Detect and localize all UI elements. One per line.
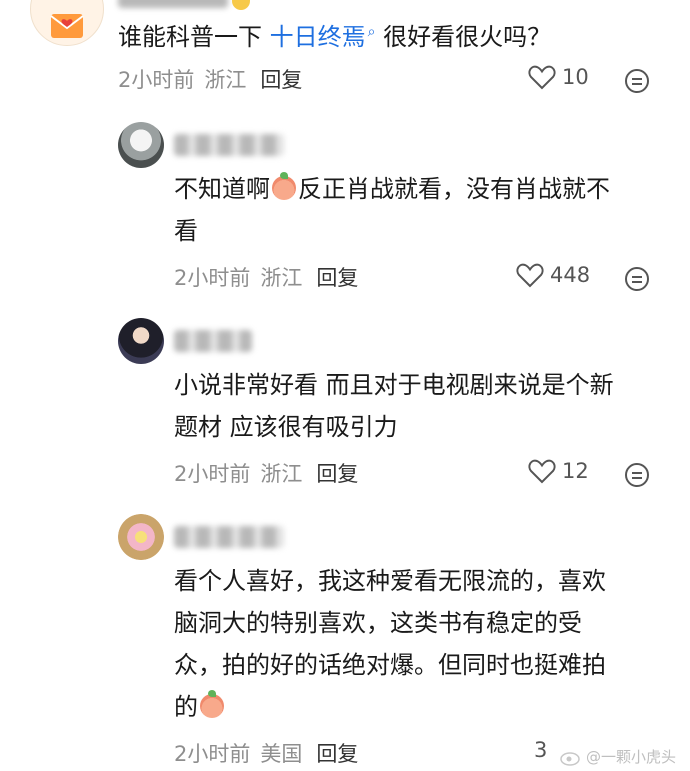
- emoji-peach-icon: [272, 172, 296, 200]
- more-dots-icon[interactable]: [624, 462, 650, 488]
- reply-button[interactable]: 回复: [316, 462, 358, 486]
- username-blurred[interactable]: [118, 0, 228, 8]
- like-count: 10: [562, 65, 589, 89]
- more-dots-icon[interactable]: [624, 68, 650, 94]
- avatar[interactable]: [118, 318, 164, 364]
- reply-button[interactable]: 回复: [260, 68, 302, 92]
- avatar[interactable]: [30, 0, 104, 46]
- watermark: @一颗小虎头: [560, 746, 676, 767]
- reply-button[interactable]: 回复: [316, 266, 358, 290]
- reply-text: 不知道啊 反正肖战就看，没有肖战就不看: [174, 172, 610, 245]
- topic-link[interactable]: 十日终焉 ⌕: [270, 23, 376, 51]
- username-blurred[interactable]: [174, 526, 284, 548]
- like-count: 448: [550, 263, 591, 287]
- mail-heart-icon: [50, 14, 84, 38]
- more-dots-icon[interactable]: [624, 266, 650, 292]
- reply-meta: 2小时前 浙江 回复: [174, 266, 359, 290]
- reply-meta: 2小时前 美国 回复: [174, 742, 359, 766]
- reply-button[interactable]: 回复: [316, 742, 358, 766]
- like-count: 12: [562, 459, 589, 483]
- heart-outline-icon: [516, 263, 544, 288]
- heart-outline-icon: [528, 459, 556, 484]
- username-blurred[interactable]: [174, 330, 252, 352]
- reply-meta: 2小时前 浙江 回复: [174, 462, 359, 486]
- weibo-logo-icon: [560, 751, 580, 766]
- avatar[interactable]: [118, 514, 164, 560]
- emoji-crying-icon: [200, 690, 224, 718]
- like-button[interactable]: 448: [516, 262, 590, 288]
- like-button[interactable]: 10: [528, 64, 598, 90]
- avatar[interactable]: [118, 122, 164, 168]
- reply-text: 看个人喜好，我这种爱看无限流的，喜欢 脑洞大的特别喜欢，这类书有稳定的受 众，拍的好…: [174, 567, 606, 721]
- like-button[interactable]: 12: [528, 458, 598, 484]
- comment-meta: 2小时前 浙江 回复: [118, 68, 303, 92]
- username-blurred[interactable]: [174, 134, 284, 156]
- reply-text: 小说非常好看 而且对于电视剧来说是个新 题材 应该很有吸引力: [174, 371, 614, 441]
- heart-outline-icon: [528, 65, 556, 90]
- comment-text: 谁能科普一下 十日终焉 ⌕ 很好看很火吗？: [118, 23, 552, 51]
- user-badge-icon: [232, 0, 250, 10]
